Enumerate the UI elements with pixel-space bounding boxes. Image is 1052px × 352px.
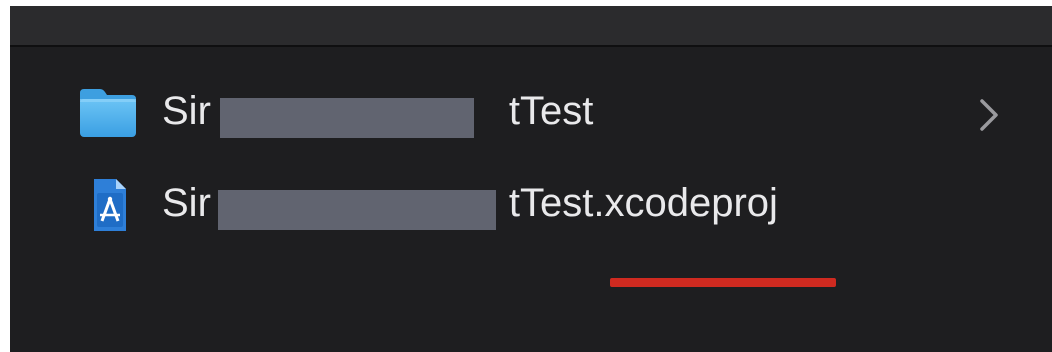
redaction-bar [218,190,496,230]
item-name-prefix: Sir [162,89,211,133]
item-name-suffix: tTest.xcodeproj [508,181,778,225]
redaction-bar [220,98,474,138]
list-item-folder[interactable]: Sir tTest [10,69,1052,157]
file-list: Sir tTest Sir tTest.xcodeproj [10,47,1052,352]
item-name-suffix: tTest [508,89,594,133]
folder-icon [80,89,136,137]
window-toolbar [10,6,1052,47]
chevron-right-icon[interactable] [974,93,1004,137]
list-item-xcodeproj[interactable]: Sir tTest.xcodeproj [10,161,1052,249]
item-name-prefix: Sir [162,181,211,225]
finder-window: Sir tTest Sir tTest.xcodeproj [10,6,1052,352]
annotation-underline-xcodeproj [610,278,836,287]
xcode-project-icon [94,179,126,231]
